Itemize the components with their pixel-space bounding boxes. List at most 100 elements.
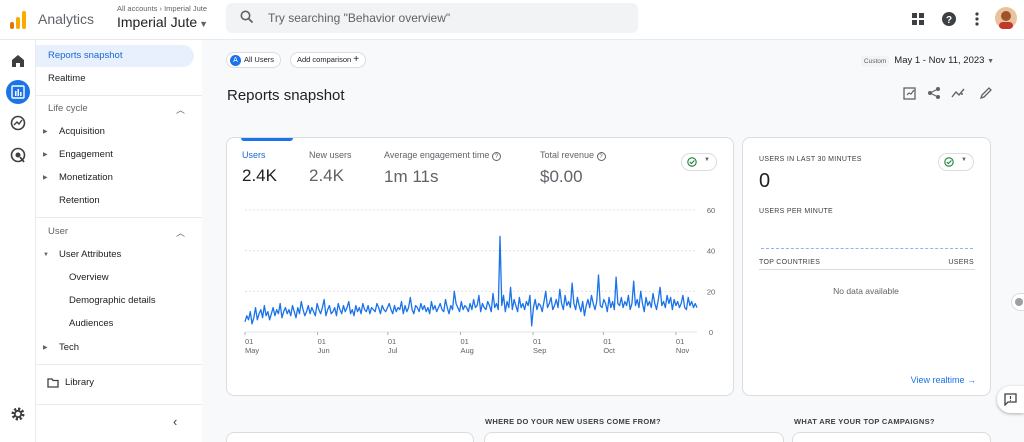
collapse-nav-chevron-icon[interactable]: ‹	[173, 414, 177, 429]
svg-text:?: ?	[946, 15, 952, 26]
property-name: Imperial Jute	[117, 14, 198, 30]
nav-divider	[36, 364, 202, 365]
nav-monetization[interactable]: ▶ Monetization	[36, 167, 194, 189]
y-tick-label: 40	[707, 247, 715, 256]
metrics-chart-card: Users 2.4K New users 2.4K Average engageme…	[226, 137, 734, 396]
metric-new-users[interactable]: New users 2.4K	[309, 150, 352, 186]
metric-total-revenue[interactable]: Total revenue ? $0.00	[540, 150, 606, 187]
customize-report-icon[interactable]	[903, 86, 917, 100]
nav-engagement-label: Engagement	[59, 149, 113, 160]
nav-realtime[interactable]: Realtime	[36, 68, 194, 90]
insights-icon[interactable]	[951, 86, 965, 100]
campaigns-card	[792, 432, 991, 442]
per-minute-baseline	[761, 248, 973, 249]
nav-reports-snapshot[interactable]: Reports snapshot	[36, 45, 194, 67]
date-range-picker[interactable]: Custom May 1 - Nov 11, 2023 ▼	[860, 55, 994, 67]
advertising-icon[interactable]	[9, 146, 27, 164]
metric-label: New users	[309, 150, 352, 160]
check-circle-icon	[944, 157, 954, 167]
settings-gear-icon[interactable]	[9, 405, 27, 423]
analytics-logo-icon[interactable]	[8, 10, 28, 30]
realtime-title: USERS IN LAST 30 MINUTES	[759, 156, 862, 163]
nav-engagement[interactable]: ▶ Engagement	[36, 144, 194, 166]
feedback-icon	[1004, 393, 1017, 406]
side-panel-toggle[interactable]	[1011, 293, 1024, 311]
nav-audiences[interactable]: Audiences	[36, 313, 194, 335]
x-tick-label-day: 01	[460, 337, 468, 346]
nav-overview[interactable]: Overview	[36, 267, 194, 289]
metric-label-text: Average engagement time	[384, 150, 490, 160]
x-tick-label-month: Oct	[603, 346, 616, 355]
y-tick-label: 60	[707, 206, 715, 215]
nav-retention[interactable]: Retention	[36, 190, 194, 212]
edit-pencil-icon[interactable]	[979, 86, 993, 100]
nav-demographic-details[interactable]: Demographic details	[36, 290, 194, 312]
x-tick-label-day: 01	[676, 337, 684, 346]
nav-acquisition[interactable]: ▶ Acquisition	[36, 121, 194, 143]
nav-section-lifecycle[interactable]: Life cycle ︿	[48, 103, 185, 115]
share-icon[interactable]	[927, 86, 941, 100]
caret-down-icon: ▼	[987, 58, 994, 65]
metric-value: 2.4K	[309, 166, 344, 185]
bottom-card	[226, 432, 474, 442]
metric-label: Users	[242, 150, 266, 160]
expand-arrow-icon: ▶	[43, 152, 48, 158]
nav-user-attributes[interactable]: ▼ User Attributes	[36, 244, 194, 266]
users-per-minute-label: USERS PER MINUTE	[759, 208, 834, 215]
expand-arrow-icon: ▶	[43, 175, 48, 181]
panel-dot-icon	[1015, 298, 1023, 306]
segment-chip-all-users[interactable]: A All Users	[226, 52, 282, 68]
help-outline-icon: ?	[491, 152, 501, 161]
view-realtime-link[interactable]: View realtime →	[911, 375, 976, 385]
x-tick-label-month: Jul	[388, 346, 398, 355]
add-comparison-button[interactable]: Add comparison +	[290, 52, 367, 68]
segment-label: All Users	[244, 55, 275, 64]
x-tick-label-day: 01	[318, 337, 326, 346]
feedback-button[interactable]	[997, 386, 1024, 413]
folder-icon	[47, 378, 59, 388]
arrow-right-icon: →	[967, 375, 976, 385]
table-divider	[759, 269, 975, 270]
explore-icon[interactable]	[9, 114, 27, 132]
search-icon	[240, 10, 254, 24]
nav-monetization-label: Monetization	[59, 172, 113, 183]
add-comparison-label: Add comparison	[297, 55, 352, 64]
date-range-label: May 1 - Nov 11, 2023	[894, 55, 985, 66]
main-content: A All Users Add comparison + Custom May 1 …	[202, 40, 1024, 442]
home-icon[interactable]	[9, 52, 27, 70]
metric-comparison-toggle[interactable]: ▼	[681, 153, 717, 171]
reports-icon-active[interactable]	[6, 80, 30, 104]
y-tick-label: 20	[707, 287, 715, 296]
nav-tech[interactable]: ▶ Tech	[36, 337, 194, 359]
x-tick-label-month: May	[245, 346, 259, 355]
page-title: Reports snapshot	[227, 87, 345, 104]
avatar[interactable]	[995, 7, 1017, 29]
more-vert-icon[interactable]	[968, 10, 986, 28]
collapse-arrow-icon: ▼	[43, 252, 49, 258]
metric-value: 1m 11s	[384, 167, 439, 186]
realtime-comparison-toggle[interactable]: ▼	[938, 153, 974, 171]
caret-down-icon: ▼	[961, 157, 967, 163]
nav-acquisition-label: Acquisition	[59, 126, 105, 137]
lifecycle-heading: Life cycle	[48, 103, 88, 114]
caret-down-icon: ▼	[199, 19, 209, 29]
search-bar[interactable]: Try searching "Behavior overview"	[226, 3, 638, 33]
metric-users[interactable]: Users 2.4K	[242, 150, 277, 186]
nav-tech-label: Tech	[59, 342, 80, 353]
apps-grid-icon[interactable]	[909, 10, 927, 28]
nav-section-user[interactable]: User ︿	[48, 226, 185, 238]
x-tick-label-day: 01	[245, 337, 253, 346]
help-icon[interactable]: ?	[940, 10, 958, 28]
nav-library[interactable]: Library	[36, 372, 194, 394]
metric-avg-engagement-time[interactable]: Average engagement time ? 1m 11s	[384, 150, 501, 187]
property-selector[interactable]: Imperial Jute ▼	[117, 14, 208, 30]
app-name: Analytics	[38, 11, 95, 27]
new-users-card	[484, 432, 784, 442]
caret-down-icon: ▼	[704, 157, 710, 163]
expand-arrow-icon: ▶	[43, 129, 48, 135]
user-heading: User	[48, 226, 69, 237]
breadcrumb[interactable]: All accounts › Imperial Jute	[117, 4, 207, 13]
users-line-chart: 020406001May01Jun01Jul01Aug01Sep01Oct01N…	[244, 206, 715, 355]
x-tick-label-day: 01	[388, 337, 396, 346]
metric-value: $0.00	[540, 167, 583, 186]
